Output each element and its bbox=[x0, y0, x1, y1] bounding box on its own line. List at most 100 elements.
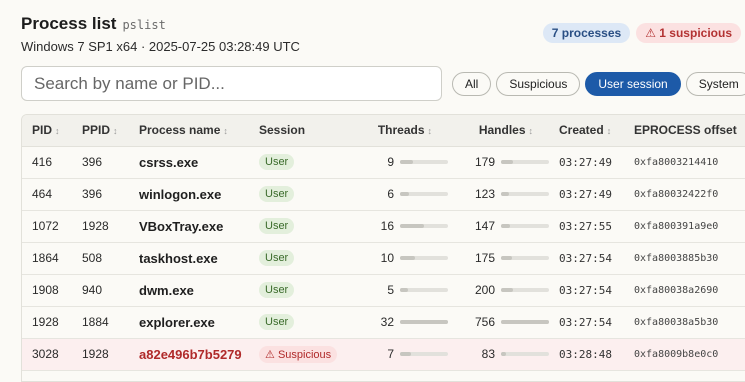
pid-cell: 416 bbox=[32, 155, 53, 169]
session-badge: ⚠ Suspicious bbox=[259, 345, 338, 363]
sort-icon: ↕ bbox=[528, 126, 534, 137]
session-badge: User bbox=[259, 186, 295, 202]
created-cell: 03:27:54 bbox=[559, 283, 612, 297]
column-header-ppid[interactable]: PPID ↕ bbox=[72, 115, 129, 147]
created-cell: 03:27:54 bbox=[559, 315, 612, 329]
eprocess-offset-cell: 0xfa8003214410 bbox=[634, 156, 719, 168]
session-cell: User bbox=[249, 210, 344, 242]
column-header-threads[interactable]: Threads ↕ bbox=[344, 115, 448, 147]
handles-cell: 83 bbox=[448, 338, 549, 370]
sort-icon: ↕ bbox=[113, 126, 118, 137]
process-count-badge: 7 processes bbox=[542, 23, 631, 43]
handles-cell: 200 bbox=[448, 274, 549, 306]
summary-badges: 7 processes ⚠ 1 suspicious bbox=[542, 23, 741, 43]
truncated-cell bbox=[736, 306, 745, 338]
handles-value: 83 bbox=[481, 347, 495, 361]
threads-bar bbox=[400, 256, 448, 260]
handles-value: 756 bbox=[474, 315, 495, 329]
truncated-cell bbox=[736, 210, 745, 242]
process-name-cell: csrss.exe bbox=[139, 154, 199, 170]
column-header-created[interactable]: Created ↕ bbox=[549, 115, 624, 147]
filter-system-button[interactable]: System bbox=[685, 72, 745, 96]
column-header-process-name[interactable]: Process name ↕ bbox=[129, 115, 249, 147]
process-name-cell: winlogon.exe bbox=[139, 186, 222, 202]
handles-value: 175 bbox=[474, 251, 495, 265]
eprocess-offset-cell: 0xfa80038a2690 bbox=[634, 284, 719, 296]
threads-bar bbox=[400, 192, 448, 196]
created-cell: 03:28:48 bbox=[559, 347, 612, 361]
ppid-cell: 508 bbox=[82, 251, 103, 265]
ppid-cell: 396 bbox=[82, 155, 103, 169]
session-badge: User bbox=[259, 154, 295, 170]
handles-bar bbox=[501, 288, 549, 292]
table-row[interactable]: 1864 508 taskhost.exe User 10 175 03:27:54 0xfa… bbox=[22, 242, 745, 274]
eprocess-offset-cell: 0xfa800391a9e0 bbox=[634, 220, 719, 232]
handles-cell: 123 bbox=[448, 178, 549, 210]
table-row[interactable]: 1072 1928 VBoxTray.exe User 16 147 03:27:55 0xf… bbox=[22, 210, 745, 242]
session-cell: ⚠ Suspicious bbox=[249, 338, 344, 370]
ppid-cell: 1928 bbox=[82, 219, 109, 233]
table-row[interactable]: 1908 940 dwm.exe User 5 200 03:27:54 0xfa80038a… bbox=[22, 274, 745, 306]
plugin-name: pslist bbox=[122, 18, 166, 32]
truncated-cell bbox=[736, 178, 745, 210]
handles-value: 123 bbox=[474, 187, 495, 201]
threads-value: 6 bbox=[387, 187, 394, 201]
created-cell: 03:27:49 bbox=[559, 187, 612, 201]
threads-cell: 6 bbox=[344, 178, 448, 210]
handles-cell: 175 bbox=[448, 242, 549, 274]
filter-suspicious-button[interactable]: Suspicious bbox=[496, 72, 581, 96]
process-name-cell: VBoxTray.exe bbox=[139, 218, 224, 234]
created-cell: 03:27:54 bbox=[559, 251, 612, 265]
threads-cell: 5 bbox=[344, 274, 448, 306]
truncated-cell bbox=[736, 242, 745, 274]
pid-cell: 3028 bbox=[32, 347, 59, 361]
pid-cell: 464 bbox=[32, 187, 53, 201]
threads-value: 7 bbox=[387, 347, 394, 361]
pid-cell: 1072 bbox=[32, 219, 59, 233]
column-header-eprocess-offset: EPROCESS offset bbox=[624, 115, 737, 147]
ppid-cell: 396 bbox=[82, 187, 103, 201]
process-table: PID ↕ PPID ↕ Process name ↕ Session Threads… bbox=[22, 115, 745, 371]
handles-bar bbox=[501, 256, 549, 260]
handles-bar bbox=[501, 320, 549, 324]
threads-value: 32 bbox=[380, 315, 394, 329]
ppid-cell: 1884 bbox=[82, 315, 109, 329]
table-row[interactable]: 3028 1928 a82e496b7b5279 ⚠ Suspicious 7 83 03:… bbox=[22, 338, 745, 370]
threads-cell: 10 bbox=[344, 242, 448, 274]
truncated-cell bbox=[736, 146, 745, 178]
table-row[interactable]: 1928 1884 explorer.exe User 32 756 03:27:54 0xf… bbox=[22, 306, 745, 338]
filter-user-session-button[interactable]: User session bbox=[585, 72, 681, 96]
table-row[interactable]: 416 396 csrss.exe User 9 179 03:27:49 0xfa80032… bbox=[22, 146, 745, 178]
pid-cell: 1908 bbox=[32, 283, 59, 297]
pid-cell: 1864 bbox=[32, 251, 59, 265]
created-cell: 03:27:49 bbox=[559, 155, 612, 169]
handles-cell: 756 bbox=[448, 306, 549, 338]
column-header-pid[interactable]: PID ↕ bbox=[22, 115, 72, 147]
column-header-handles[interactable]: Handles ↕ bbox=[448, 115, 549, 147]
handles-bar bbox=[501, 192, 549, 196]
warning-icon: ⚠ bbox=[265, 348, 275, 361]
handles-cell: 147 bbox=[448, 210, 549, 242]
search-input[interactable] bbox=[21, 66, 442, 101]
process-name-cell: a82e496b7b5279 bbox=[139, 346, 242, 362]
sort-icon: ↕ bbox=[427, 126, 433, 137]
session-badge: User bbox=[259, 282, 295, 298]
image-metadata: Windows 7 SP1 x64 · 2025-07-25 03:28:49 … bbox=[21, 39, 300, 54]
session-cell: User bbox=[249, 274, 344, 306]
column-header-truncated: Ta bbox=[736, 115, 745, 147]
session-badge: User bbox=[259, 314, 295, 330]
sort-icon: ↕ bbox=[55, 126, 60, 137]
session-cell: User bbox=[249, 242, 344, 274]
threads-bar bbox=[400, 224, 448, 228]
filter-all-button[interactable]: All bbox=[452, 72, 492, 96]
session-cell: User bbox=[249, 306, 344, 338]
truncated-cell bbox=[736, 338, 745, 370]
eprocess-offset-cell: 0xfa80038a5b30 bbox=[634, 316, 719, 328]
threads-cell: 7 bbox=[344, 338, 448, 370]
eprocess-offset-cell: 0xfa80032422f0 bbox=[634, 188, 719, 200]
created-cell: 03:27:55 bbox=[559, 219, 612, 233]
eprocess-offset-cell: 0xfa8009b8e0c0 bbox=[634, 348, 719, 360]
table-row[interactable]: 464 396 winlogon.exe User 6 123 03:27:49 0xfa80… bbox=[22, 178, 745, 210]
threads-cell: 9 bbox=[344, 146, 448, 178]
eprocess-offset-cell: 0xfa8003885b30 bbox=[634, 252, 719, 264]
